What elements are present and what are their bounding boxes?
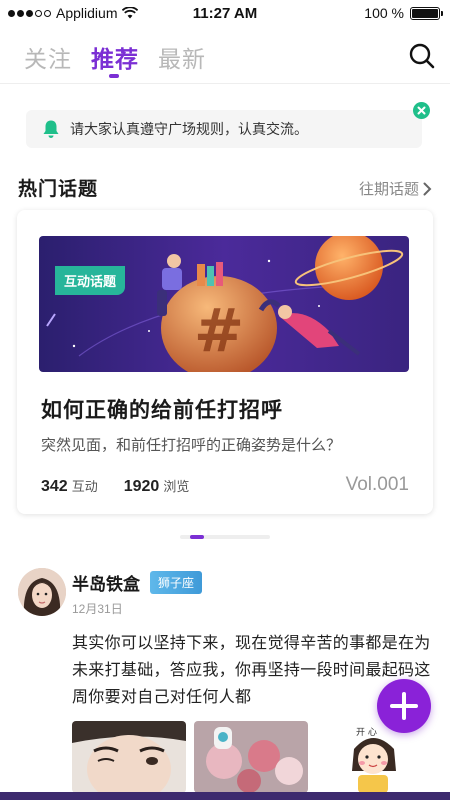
topic-volume: Vol.001 — [345, 474, 409, 495]
post-photos: 开 心 — [72, 721, 442, 793]
tab-recommend[interactable]: 推荐 — [91, 40, 139, 74]
status-bar: Applidium 11:27 AM 100 % — [0, 0, 450, 28]
bell-icon — [43, 120, 59, 138]
banner-illustration: # — [39, 236, 409, 372]
battery-icon — [410, 6, 443, 20]
svg-text:#: # — [194, 296, 244, 366]
past-topics-link[interactable]: 往期话题 — [359, 178, 432, 199]
view-label: 浏览 — [163, 479, 190, 494]
interaction-label: 互动 — [71, 479, 98, 494]
post-photo[interactable]: 开 心 — [316, 721, 430, 793]
bottom-bar-edge — [0, 792, 450, 800]
past-topics-label: 往期话题 — [358, 181, 419, 198]
topic-stats: 342 互动 1920 浏览 — [41, 476, 189, 496]
tab-follow[interactable]: 关注 — [24, 40, 72, 74]
interaction-count: 342 — [41, 478, 68, 495]
battery-percent: 100 % — [364, 5, 404, 21]
topic-title: 如何正确的给前任打招呼 — [41, 399, 283, 422]
author-name[interactable]: 半岛铁盒 — [72, 570, 140, 595]
avatar[interactable] — [18, 568, 66, 616]
post-photo[interactable] — [194, 721, 308, 793]
view-count: 1920 — [123, 478, 160, 495]
battery-info: 100 % — [364, 5, 443, 21]
post-photo[interactable] — [72, 721, 186, 793]
post-date: 12月31日 — [72, 602, 123, 616]
svg-text:开 心: 开 心 — [356, 727, 377, 738]
close-icon[interactable] — [413, 102, 430, 119]
topic-card[interactable]: # 互动话题 如何正确的给前任打招呼 突然见面，和前任打招呼的正确姿势是什么？ … — [17, 210, 433, 514]
chevron-right-icon — [423, 182, 432, 195]
section-title: 热门话题 — [18, 179, 99, 200]
topic-description: 突然见面，和前任打招呼的正确姿势是什么？ — [41, 437, 342, 454]
carousel-pager — [180, 535, 270, 539]
top-navigation: 关注 推荐 最新 — [0, 28, 450, 84]
plus-icon[interactable] — [377, 679, 431, 733]
zodiac-badge: 狮子座 — [150, 571, 203, 594]
tab-latest[interactable]: 最新 — [158, 40, 206, 74]
topic-tag: 互动话题 — [55, 266, 126, 295]
notice-text: 请大家认真遵守广场规则，认真交流。 — [70, 121, 308, 137]
battery-level — [412, 8, 438, 18]
search-icon[interactable] — [408, 42, 436, 70]
pager-active-indicator — [190, 535, 204, 539]
rules-notice: 请大家认真遵守广场规则，认真交流。 — [26, 110, 422, 148]
active-tab-indicator — [109, 74, 119, 78]
topic-banner-image: # 互动话题 — [39, 236, 409, 372]
